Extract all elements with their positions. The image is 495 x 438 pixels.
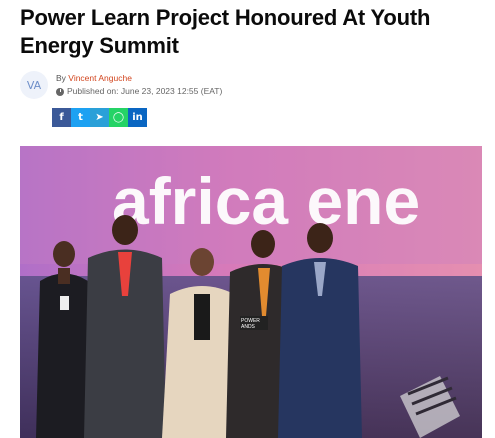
telegram-share-button[interactable]: ➤: [90, 108, 109, 127]
linkedin-share-button[interactable]: in: [128, 108, 147, 127]
twitter-share-button[interactable]: t: [71, 108, 90, 127]
article-headline: Power Learn Project Honoured At Youth En…: [20, 5, 431, 58]
share-bar: f t ➤ ◯ in: [52, 108, 147, 127]
clock-icon: [56, 87, 64, 96]
svg-text:ANDS: ANDS: [241, 324, 256, 330]
byline-meta: By Vincent Anguche Published on: June 23…: [56, 72, 222, 98]
backdrop-text: africa ene: [112, 164, 420, 238]
whatsapp-share-button[interactable]: ◯: [109, 108, 128, 127]
award-ceremony-image: africa ene POWER ANDS: [20, 146, 482, 438]
by-label: By: [56, 73, 66, 83]
award-trophy: POWER ANDS: [240, 316, 268, 330]
article-photo: africa ene POWER ANDS: [20, 146, 482, 438]
byline: VA By Vincent Anguche Published on: June…: [20, 68, 222, 102]
author-link[interactable]: Vincent Anguche: [68, 73, 132, 83]
author-avatar[interactable]: VA: [20, 71, 48, 99]
facebook-share-button[interactable]: f: [52, 108, 71, 127]
published-date: Published on: June 23, 2023 12:55 (EAT): [67, 86, 223, 96]
